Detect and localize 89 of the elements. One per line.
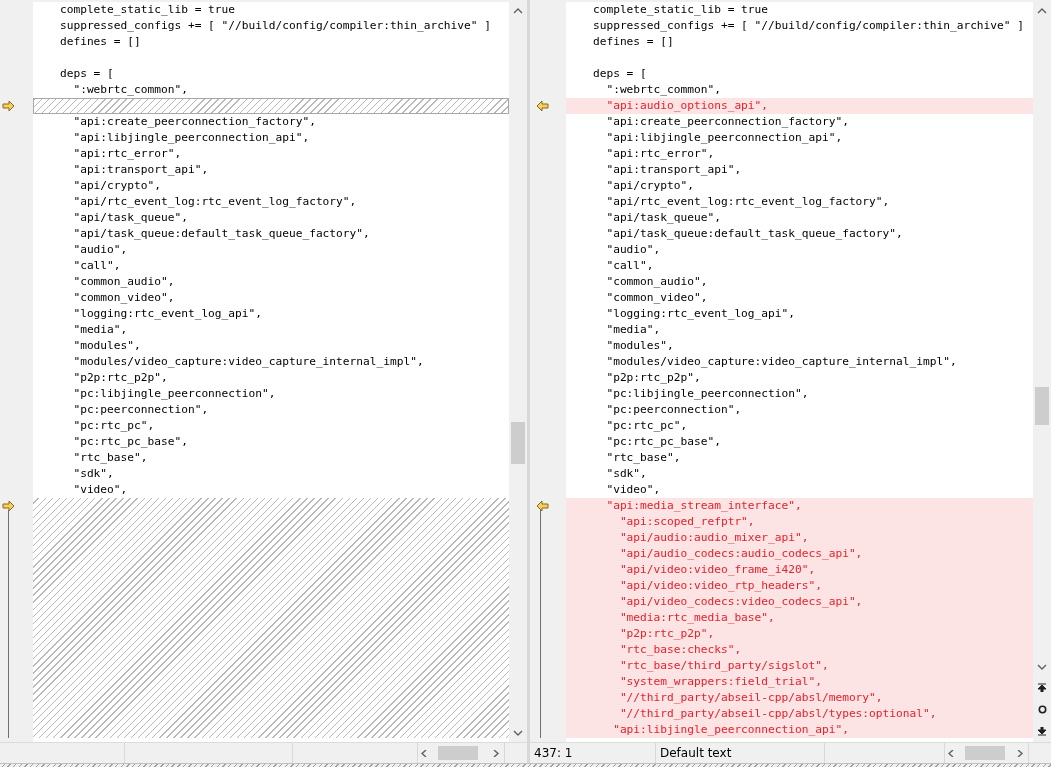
code-line: "api:create_peerconnection_factory", (72, 114, 316, 130)
code-line: "api/task_queue", (72, 210, 188, 226)
scrollbar-thumb[interactable] (965, 746, 1005, 760)
code-line: "api:scoped_refptr", (618, 514, 755, 530)
code-line: "//third_party/abseil-cpp/absl/types:optional", (618, 706, 937, 722)
code-line: "rtc_base", (605, 450, 681, 466)
scrollbar-thumb[interactable] (511, 422, 525, 464)
next-change-icon[interactable] (1038, 726, 1046, 736)
code-line: "common_video", (605, 290, 708, 306)
code-line: suppressed_configs += [ "//build/config/compiler:thin_archive" ] (591, 18, 1024, 34)
code-line: "rtc_base", (72, 450, 148, 466)
code-line: "sdk", (605, 466, 647, 482)
code-line: "pc:libjingle_peerconnection", (605, 386, 809, 402)
scroll-right-icon[interactable] (1015, 749, 1025, 757)
code-line: "rtc_base:checks", (618, 642, 742, 658)
scrollbar-thumb[interactable] (1035, 387, 1049, 425)
code-line: "modules", (72, 338, 141, 354)
code-line: "media", (72, 322, 128, 338)
code-line: "pc:libjingle_peerconnection", (72, 386, 276, 402)
code-line: "common_video", (72, 290, 175, 306)
code-line: "api/video_codecs:video_codecs_api", (618, 594, 863, 610)
code-line: "api:transport_api", (605, 162, 742, 178)
code-line: "call", (72, 258, 121, 274)
scroll-down-icon[interactable] (513, 730, 523, 737)
code-line: "rtc_base/third_party/sigslot", (618, 658, 829, 674)
code-line: "common_audio", (72, 274, 175, 290)
code-line: "logging:rtc_event_log_api", (72, 306, 262, 322)
code-line: "call", (605, 258, 654, 274)
code-line: "media", (605, 322, 661, 338)
code-line: "api:media_stream_interface", (605, 498, 802, 514)
code-line: "modules/video_capture:video_capture_internal_impl", (72, 354, 424, 370)
code-line: "//third_party/abseil-cpp/absl/memory", (618, 690, 883, 706)
cursor-position: 437: 1 (534, 746, 573, 760)
code-line: "p2p:rtc_p2p", (605, 370, 701, 386)
code-line: complete_static_lib = true (58, 2, 236, 18)
code-line: "api/rtc_event_log:rtc_event_log_factory", (605, 194, 890, 210)
code-line: "common_audio", (605, 274, 708, 290)
code-line: "media:rtc_media_base", (618, 610, 775, 626)
code-line: "api:audio_options_api", (605, 98, 769, 114)
code-line: "api/crypto", (72, 178, 161, 194)
code-line: "pc:rtc_pc_base", (605, 434, 721, 450)
code-line: "p2p:rtc_p2p", (72, 370, 168, 386)
code-line: "video", (605, 482, 661, 498)
scrollbar-thumb[interactable] (438, 746, 478, 760)
code-line: complete_static_lib = true (591, 2, 769, 18)
scroll-up-icon[interactable] (513, 7, 523, 14)
code-line: "api:create_peerconnection_factory", (605, 114, 849, 130)
code-line: "api/video:video_frame_i420", (618, 562, 816, 578)
code-line: "api:libjingle_peerconnection_api", (72, 130, 310, 146)
code-line: "api:rtc_error", (72, 146, 182, 162)
code-line: "api/crypto", (605, 178, 694, 194)
previous-change-icon[interactable] (1038, 682, 1046, 692)
code-line: "api/rtc_event_log:rtc_event_log_factory", (72, 194, 357, 210)
code-line: "pc:peerconnection", (605, 402, 742, 418)
code-line: "sdk", (72, 466, 114, 482)
code-line: "api:rtc_error", (605, 146, 715, 162)
code-line: "pc:rtc_pc_base", (72, 434, 188, 450)
code-line: "video", (72, 482, 128, 498)
code-line: "modules", (605, 338, 674, 354)
code-line: "api/task_queue:default_task_queue_factory", (605, 226, 903, 242)
code-line: "p2p:rtc_p2p", (618, 626, 715, 642)
code-line: "api/task_queue:default_task_queue_factory", (72, 226, 370, 242)
scroll-up-icon[interactable] (1037, 7, 1047, 14)
code-line: "api:libjingle_peerconnection_api", (605, 130, 843, 146)
code-line: ":webrtc_common", (605, 82, 721, 98)
code-line: "audio", (605, 242, 661, 258)
code-line: "api/audio_codecs:audio_codecs_api", (618, 546, 863, 562)
code-line: "api/task_queue", (605, 210, 721, 226)
code-line: "api/audio:audio_mixer_api", (618, 530, 809, 546)
code-line: "pc:rtc_pc", (72, 418, 155, 434)
code-line: suppressed_configs += [ "//build/config/compiler:thin_archive" ] (58, 18, 491, 34)
code-line: "api:transport_api", (72, 162, 209, 178)
code-line: "logging:rtc_event_log_api", (605, 306, 795, 322)
circle-icon[interactable] (1037, 704, 1047, 714)
syntax-mode: Default text (660, 746, 732, 760)
scroll-down-icon[interactable] (1037, 664, 1047, 671)
code-line: defines = [] (58, 34, 141, 50)
code-line: "system_wrappers:field_trial", (618, 674, 822, 690)
code-line: defines = [] (591, 34, 674, 50)
code-line: "audio", (72, 242, 128, 258)
code-line: ":webrtc_common", (72, 82, 188, 98)
code-line: "pc:peerconnection", (72, 402, 209, 418)
scroll-right-icon[interactable] (491, 749, 501, 757)
code-line: deps = [ (591, 66, 647, 82)
code-line: "api/video:video_rtp_headers", (618, 578, 822, 594)
code-line: "modules/video_capture:video_capture_internal_impl", (605, 354, 957, 370)
code-line: "api:libjingle_peerconnection_api", (612, 722, 849, 738)
code-line: "pc:rtc_pc", (605, 418, 688, 434)
code-line: deps = [ (58, 66, 114, 82)
